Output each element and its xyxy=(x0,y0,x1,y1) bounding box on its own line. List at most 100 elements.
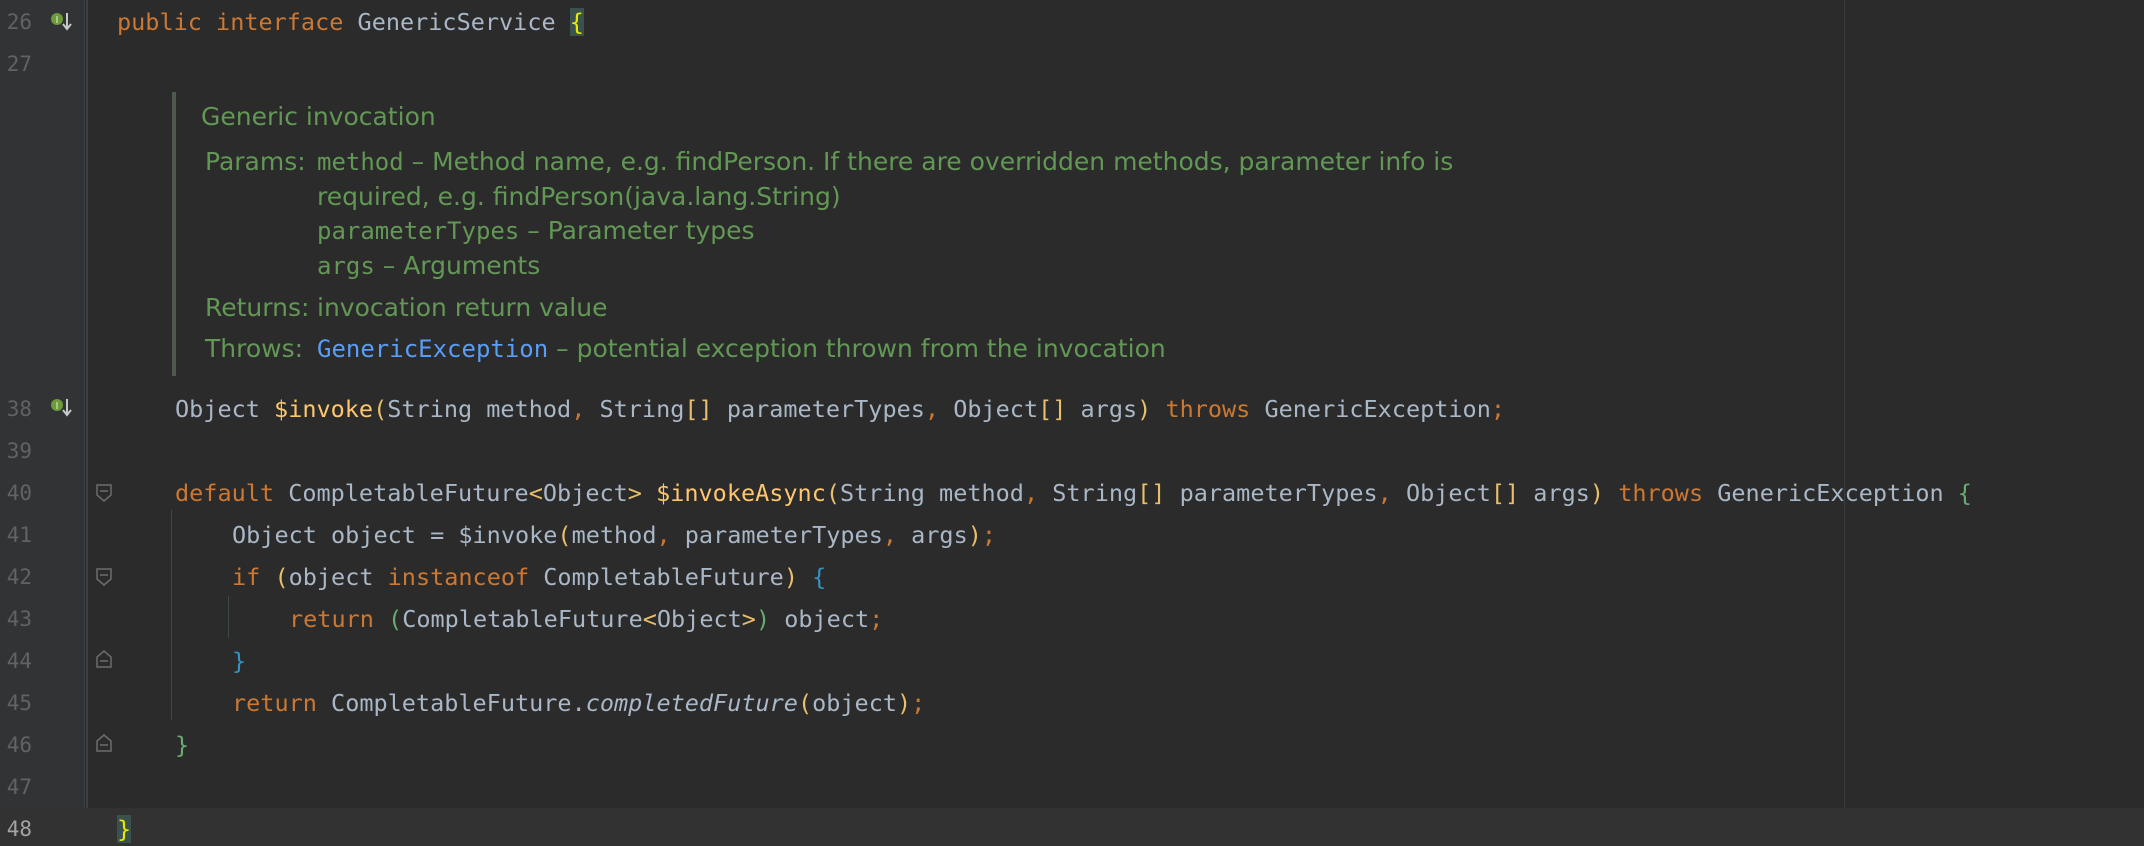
fold-marker-icon[interactable] xyxy=(96,650,112,668)
line-number[interactable]: 41 xyxy=(0,514,32,556)
interface-name: GenericService xyxy=(357,8,556,36)
fold-marker-icon[interactable] xyxy=(96,734,112,752)
code-token: { xyxy=(812,563,827,591)
code-token: ; xyxy=(1490,395,1506,423)
javadoc-returns-label: Returns: xyxy=(205,293,310,322)
line-number[interactable]: 40 xyxy=(0,472,32,514)
code-token: ) xyxy=(755,605,771,633)
code-token: , xyxy=(924,395,954,423)
method-name: $invokeAsync xyxy=(656,479,826,507)
fold-marker-icon[interactable] xyxy=(96,484,112,502)
code-token: ( xyxy=(557,521,572,549)
code-token: ) xyxy=(1137,395,1152,423)
implemented-marker-icon[interactable]: I xyxy=(50,397,72,419)
code-token: , xyxy=(1023,479,1053,507)
keyword: throws xyxy=(1604,479,1718,507)
code-token: ) xyxy=(897,689,912,717)
code-line-46[interactable]: } xyxy=(175,724,189,766)
code-token: GenericException xyxy=(1717,479,1958,507)
line-number[interactable]: 43 xyxy=(0,598,32,640)
javadoc-param-args: args – Arguments xyxy=(317,249,540,283)
line-number[interactable]: 38 xyxy=(0,388,32,430)
scope-indicator-line xyxy=(86,0,88,846)
javadoc-summary: Generic invocation xyxy=(201,102,436,131)
line-number[interactable]: 27 xyxy=(0,43,32,85)
code-token: , xyxy=(882,521,912,549)
right-margin-guide xyxy=(1844,0,1845,846)
code-token: CompletableFuture xyxy=(529,563,784,591)
static-method-call: completedFuture xyxy=(585,689,798,717)
code-token: object xyxy=(288,563,388,591)
code-token: ) xyxy=(1589,479,1605,507)
method-name: $invoke xyxy=(274,395,374,423)
code-token: { xyxy=(1957,479,1972,507)
code-token: < xyxy=(528,479,543,507)
code-line-26[interactable]: public interface GenericService { xyxy=(117,1,584,43)
line-number[interactable]: 44 xyxy=(0,640,32,682)
implemented-marker-icon[interactable]: I xyxy=(50,11,72,33)
code-line-44[interactable]: } xyxy=(232,640,246,682)
code-token: parameterTypes xyxy=(1165,479,1378,507)
code-line-45[interactable]: return CompletableFuture.completedFuture… xyxy=(232,682,925,724)
indent-guide xyxy=(228,596,229,638)
code-token: GenericException xyxy=(1264,395,1491,423)
param-desc: – Method name, e.g. findPerson. If there… xyxy=(403,147,1454,176)
code-token: args xyxy=(911,521,968,549)
code-token: } xyxy=(232,647,247,675)
current-line-highlight xyxy=(0,808,2144,846)
matched-brace: { xyxy=(569,8,584,36)
keyword: throws xyxy=(1151,395,1265,423)
line-number[interactable]: 26 xyxy=(0,1,32,43)
code-line-43[interactable]: return (CompletableFuture<Object>) objec… xyxy=(289,598,883,640)
keyword: return xyxy=(289,605,389,633)
code-token: String method xyxy=(387,395,572,423)
line-number-current[interactable]: 48 xyxy=(0,808,32,846)
code-token: ) xyxy=(967,521,982,549)
code-token: Object xyxy=(953,395,1039,423)
fold-marker-icon[interactable] xyxy=(96,568,112,586)
javadoc-bar xyxy=(172,92,176,376)
code-line-48[interactable]: } xyxy=(117,808,132,846)
code-line-38[interactable]: Object $invoke(String method, String[] p… xyxy=(175,388,1505,430)
code-line-41[interactable]: Object object = $invoke(method, paramete… xyxy=(232,514,996,556)
line-number[interactable]: 47 xyxy=(0,766,32,808)
code-token: parameterTypes xyxy=(712,395,925,423)
code-token: > xyxy=(627,479,642,507)
code-token: ( xyxy=(797,689,813,717)
code-token: } xyxy=(175,731,190,759)
code-token: args xyxy=(1066,395,1138,423)
javadoc-throws-label: Throws: xyxy=(205,334,304,363)
indent-guide xyxy=(171,510,172,720)
code-token: CompletableFuture xyxy=(402,605,643,633)
code-token: ; xyxy=(911,689,926,717)
code-token: method xyxy=(571,521,657,549)
javadoc-link[interactable]: GenericException xyxy=(317,335,548,363)
code-token: Object xyxy=(656,605,742,633)
line-number[interactable]: 39 xyxy=(0,430,32,472)
code-token: ; xyxy=(981,521,997,549)
javadoc-returns-desc: invocation return value xyxy=(317,293,608,322)
line-number[interactable]: 46 xyxy=(0,724,32,766)
code-token: ; xyxy=(869,605,884,633)
param-desc: – Arguments xyxy=(374,251,541,280)
code-token: [] xyxy=(1137,479,1166,507)
matched-brace: } xyxy=(117,815,132,843)
code-token: CompletableFuture. xyxy=(331,689,586,717)
code-token: Object object = $invoke xyxy=(232,521,558,549)
javadoc-param-types: parameterTypes – Parameter types xyxy=(317,214,755,248)
javadoc-params-label: Params: xyxy=(205,147,306,176)
code-token: object xyxy=(812,689,897,717)
code-token: args xyxy=(1519,479,1590,507)
code-line-42[interactable]: if (object instanceof CompletableFuture)… xyxy=(232,556,826,598)
keyword: interface xyxy=(216,8,344,36)
svg-text:I: I xyxy=(56,15,59,26)
code-token: [] xyxy=(684,395,713,423)
code-line-40[interactable]: default CompletableFuture<Object> $invok… xyxy=(175,472,1972,514)
code-editor[interactable]: 26 27 38 39 40 41 42 43 44 45 46 47 48 I… xyxy=(0,0,2144,846)
code-token: Object xyxy=(1405,479,1491,507)
javadoc-param-method-cont: required, e.g. findPerson(java.lang.Stri… xyxy=(317,182,841,211)
line-number[interactable]: 42 xyxy=(0,556,32,598)
line-number[interactable]: 45 xyxy=(0,682,32,724)
